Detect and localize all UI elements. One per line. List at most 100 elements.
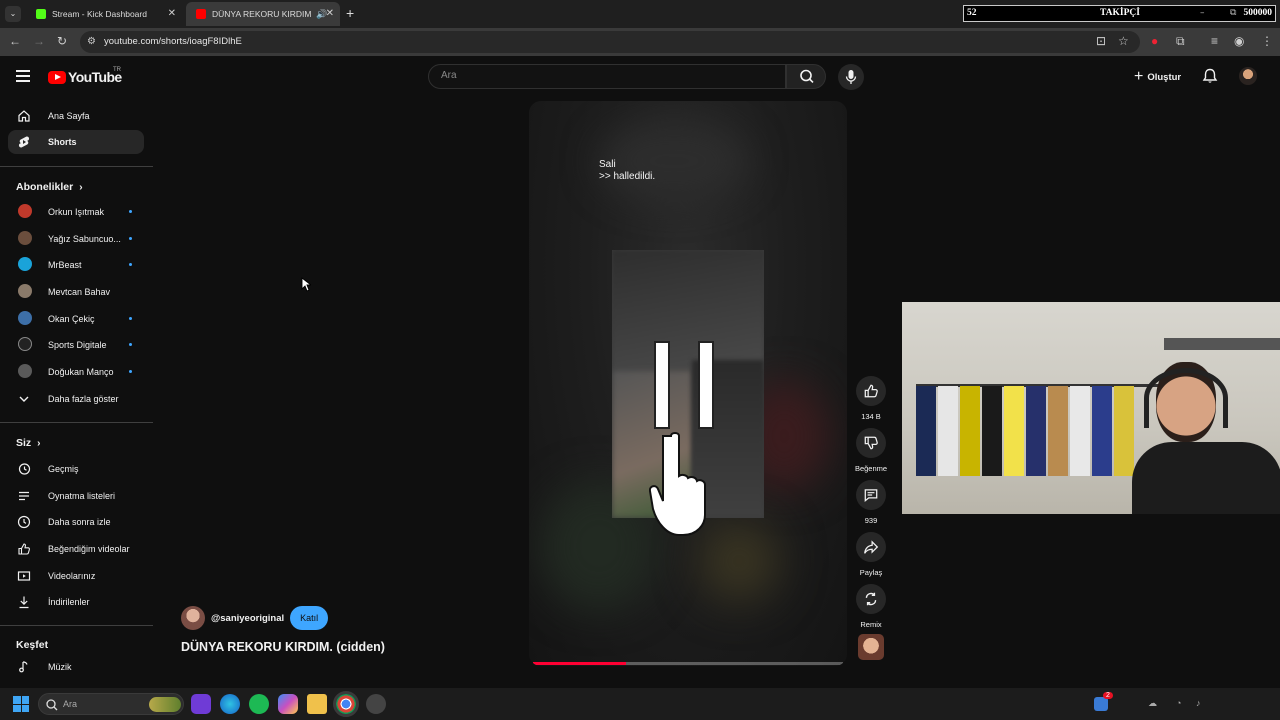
like-button[interactable]	[856, 376, 886, 406]
browser-menu-icon[interactable]: ⋮	[1261, 34, 1273, 48]
create-button[interactable]: + Oluştur	[1126, 66, 1189, 88]
sidebar-item-subscription[interactable]: Doğukan Manço	[8, 360, 144, 384]
chrome-icon[interactable]	[333, 691, 359, 717]
webcam-overlay	[902, 302, 1280, 514]
sidebar-item-subscription[interactable]: MrBeast	[8, 253, 144, 277]
notification-app-icon[interactable]	[1094, 697, 1108, 711]
sound-thumbnail[interactable]	[858, 634, 884, 660]
channel-avatar[interactable]	[181, 606, 205, 630]
site-info-icon[interactable]: ⚙	[87, 36, 96, 47]
media-controls-icon[interactable]: ≡	[1211, 34, 1218, 48]
share-button[interactable]	[856, 532, 886, 562]
like-count: 134 B	[861, 412, 881, 421]
your-videos-icon	[17, 571, 31, 581]
profile-icon[interactable]: ◉	[1234, 34, 1244, 48]
remix-action[interactable]: Remix	[856, 584, 886, 629]
youtube-favicon-icon	[196, 9, 206, 19]
downloads-icon	[19, 596, 29, 609]
webcam-shelf	[1164, 338, 1280, 350]
extensions-icon[interactable]: ⧉	[1176, 34, 1185, 49]
sidebar-item-liked-videos[interactable]: Beğendiğim videolar	[8, 537, 144, 561]
search-box[interactable]	[428, 64, 786, 89]
plus-icon: +	[1134, 68, 1144, 85]
close-tab-icon[interactable]: ✕	[168, 8, 176, 19]
sidebar-divider	[0, 422, 153, 423]
comments-action[interactable]: 939	[856, 480, 886, 525]
address-bar[interactable]: ⚙ youtube.com/shorts/ioagF8IDlhE	[80, 31, 1140, 53]
search-button[interactable]	[786, 64, 826, 89]
sidebar-item-downloads[interactable]: İndirilenler	[8, 590, 144, 614]
webcam-person-body	[1132, 442, 1280, 514]
home-icon	[18, 110, 30, 122]
sidebar-item-subscription[interactable]: Orkun Işıtmak	[8, 200, 144, 224]
wifi-icon[interactable]: ◔	[1176, 698, 1181, 708]
video-progress-fill	[533, 662, 626, 665]
new-content-dot	[129, 210, 132, 213]
sidebar-item-label: Mevtcan Bahav	[48, 287, 111, 297]
search-highlight-image	[149, 697, 181, 712]
webcam-jersey	[916, 386, 936, 476]
shorts-icon	[18, 136, 30, 148]
bookmark-star-icon[interactable]: ☆	[1118, 34, 1129, 48]
copilot-icon[interactable]	[278, 694, 298, 714]
join-button[interactable]: Katıl	[290, 606, 329, 630]
dislike-action[interactable]: Beğenme	[855, 428, 887, 473]
sidebar-item-shorts[interactable]: Shorts	[8, 130, 144, 154]
restore-icon[interactable]: ⧉	[1230, 8, 1236, 18]
volume-icon[interactable]: ♪	[1196, 698, 1201, 708]
comments-button[interactable]	[856, 480, 886, 510]
voice-search-button[interactable]	[838, 64, 864, 90]
reload-icon[interactable]: ↻	[57, 34, 67, 48]
app-icon-screen-recorder[interactable]	[191, 694, 211, 714]
sidebar-item-subscription[interactable]: Sports Digitale	[8, 333, 144, 357]
spotify-icon[interactable]	[249, 694, 269, 714]
remix-button[interactable]	[856, 584, 886, 614]
tab-youtube-short[interactable]: DÜNYA REKORU KIRDIM. (c 🔊 ✕	[186, 2, 340, 26]
taskbar-search[interactable]	[38, 693, 184, 715]
tab-kick-dashboard[interactable]: Stream - Kick Dashboard ✕	[26, 2, 182, 26]
share-action[interactable]: Paylaş	[856, 532, 886, 577]
shorts-video-player[interactable]: Sali >> halledildi.	[529, 101, 847, 666]
sidebar-item-watch-later[interactable]: Daha sonra izle	[8, 510, 144, 534]
sidebar-item-your-videos[interactable]: Videolarınız	[8, 564, 144, 588]
obs-icon[interactable]	[366, 694, 386, 714]
new-tab-button[interactable]: +	[346, 5, 354, 21]
close-tab-icon[interactable]: ✕	[326, 8, 334, 19]
dislike-button[interactable]	[856, 428, 886, 458]
sidebar-item-history[interactable]: Geçmiş	[8, 457, 144, 481]
network-icon[interactable]: ☁	[1148, 698, 1157, 709]
account-avatar[interactable]	[1239, 67, 1257, 85]
comment-count: 939	[864, 516, 878, 525]
edge-icon[interactable]	[220, 694, 240, 714]
notifications-button[interactable]	[1202, 68, 1218, 90]
sidebar-item-label: Okan Çekiç	[48, 314, 95, 324]
tab-search-button[interactable]: ⌄	[5, 6, 21, 22]
follower-goal-overlay: 52 TAKİPÇİ – ⧉ 500000	[963, 5, 1276, 22]
sidebar-show-more[interactable]: Daha fazla göster	[8, 387, 144, 411]
guide-menu-button[interactable]	[16, 70, 30, 82]
start-button[interactable]	[13, 696, 29, 712]
channel-handle[interactable]: @saniyeoriginal	[211, 613, 284, 624]
subscriptions-heading[interactable]: Abonelikler ›	[16, 181, 83, 193]
minimize-icon[interactable]: –	[1200, 8, 1205, 18]
like-action[interactable]: 134 B	[856, 376, 886, 421]
taskbar-search-input[interactable]	[63, 699, 143, 709]
install-app-icon[interactable]: ⊡	[1096, 34, 1106, 48]
youtube-logo[interactable]: YouTube TR	[48, 67, 122, 85]
forward-icon[interactable]: →	[33, 34, 45, 48]
file-explorer-icon[interactable]	[307, 694, 327, 714]
sidebar-item-subscription[interactable]: Okan Çekiç	[8, 307, 144, 331]
sidebar-item-playlists[interactable]: Oynatma listeleri	[8, 484, 144, 508]
search-input[interactable]	[441, 70, 761, 81]
sidebar-item-subscription[interactable]: Mevtcan Bahav	[8, 280, 144, 304]
sidebar-item-home[interactable]: Ana Sayfa	[8, 104, 144, 128]
sidebar-item-music[interactable]: Müzik	[8, 655, 144, 679]
back-icon[interactable]: ←	[9, 34, 21, 48]
remix-icon	[865, 592, 877, 606]
new-content-dot	[129, 343, 132, 346]
sidebar-item-label: Daha fazla göster	[48, 394, 119, 404]
you-heading[interactable]: Siz ›	[16, 437, 41, 449]
sidebar-item-subscription[interactable]: Yağız Sabuncuo...	[8, 227, 144, 251]
extension-record-icon[interactable]: ●	[1151, 34, 1158, 48]
video-progress-bar[interactable]	[533, 662, 843, 665]
